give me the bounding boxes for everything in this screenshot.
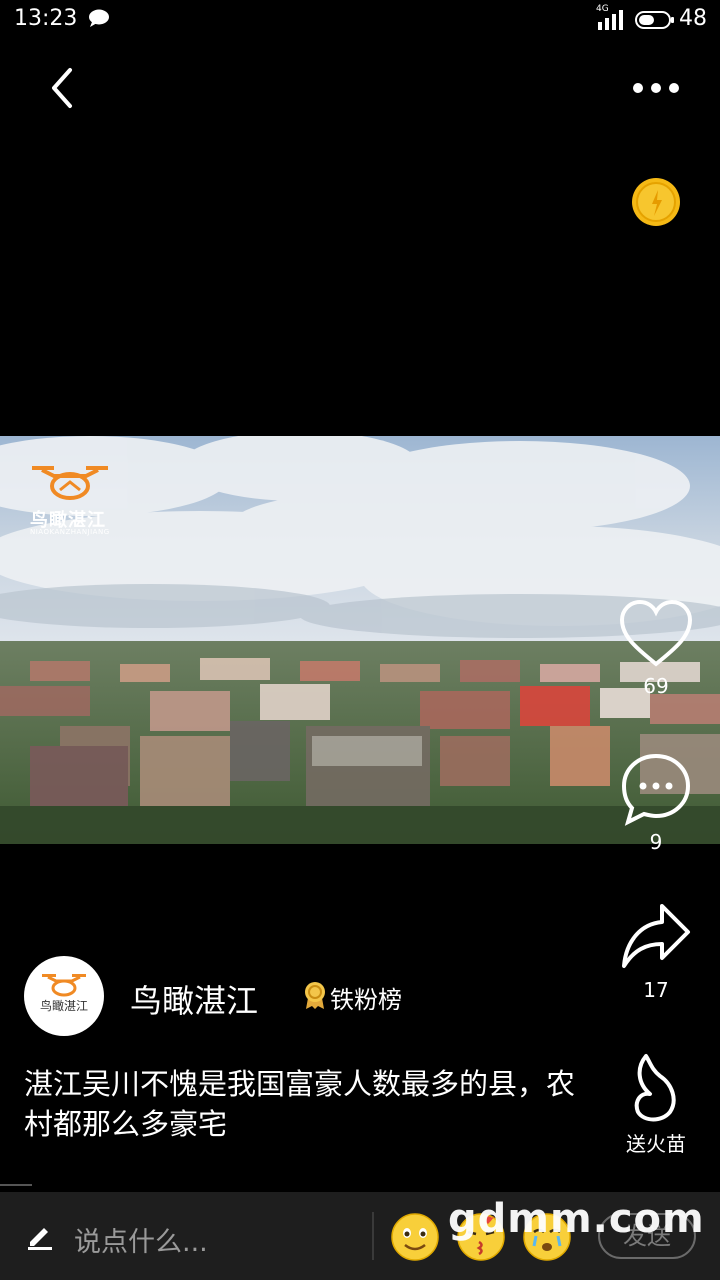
author-name[interactable]: 鸟瞰湛江 [130,976,258,1022]
fan-rank-label: 铁粉榜 [330,986,402,1014]
like-button[interactable]: 69 [616,598,696,698]
status-time: 13:23 [14,6,78,31]
comment-input[interactable]: 说点什么... [26,1214,356,1258]
comment-icon [621,753,691,826]
avatar-logo: 鸟瞰湛江 [40,974,88,1013]
comment-placeholder: 说点什么... [74,1227,208,1258]
author-avatar[interactable]: 鸟瞰湛江 [24,956,104,1036]
video-watermark-logo: 鸟瞰湛江 NIAOKANZHANJIANG [26,460,126,540]
avatar-text: 鸟瞰湛江 [40,998,88,1013]
fan-rank-badge[interactable]: 铁粉榜 [302,980,402,1014]
medal-icon [305,982,325,1009]
pencil-icon [28,1228,52,1250]
author-row: 鸟瞰湛江 鸟瞰湛江 铁粉榜 [24,956,584,1036]
message-icon [89,9,109,27]
comment-button[interactable]: 9 [616,750,696,854]
heart-icon [619,599,693,667]
smile-emoji-icon[interactable] [390,1212,440,1262]
battery-icon [635,11,674,29]
like-count: 69 [643,674,669,698]
back-icon[interactable] [40,66,84,110]
comment-count: 9 [649,830,663,854]
more-options-icon[interactable] [628,72,684,104]
flame-icon [634,1054,676,1122]
video-caption: 湛江吴川不愧是我国富豪人数最多的县，农村都那么多豪宅 [24,1067,576,1141]
battery-level: 48 [679,6,707,31]
site-watermark: gdmm.com [448,1196,705,1242]
gold-coin-icon[interactable] [630,176,682,228]
separator [372,1212,374,1260]
send-fire-button[interactable]: 送火苗 [610,1050,702,1157]
divider [0,1184,32,1186]
share-icon [622,904,690,968]
share-button[interactable]: 17 [616,900,696,1002]
watermark-subtitle: NIAOKANZHANJIANG [30,528,110,536]
signal-icon [598,10,623,30]
share-count: 17 [643,978,669,1002]
status-bar: 13:23 4G 48 [0,0,720,40]
drone-logo-icon [32,466,108,500]
send-fire-label: 送火苗 [626,1132,686,1156]
